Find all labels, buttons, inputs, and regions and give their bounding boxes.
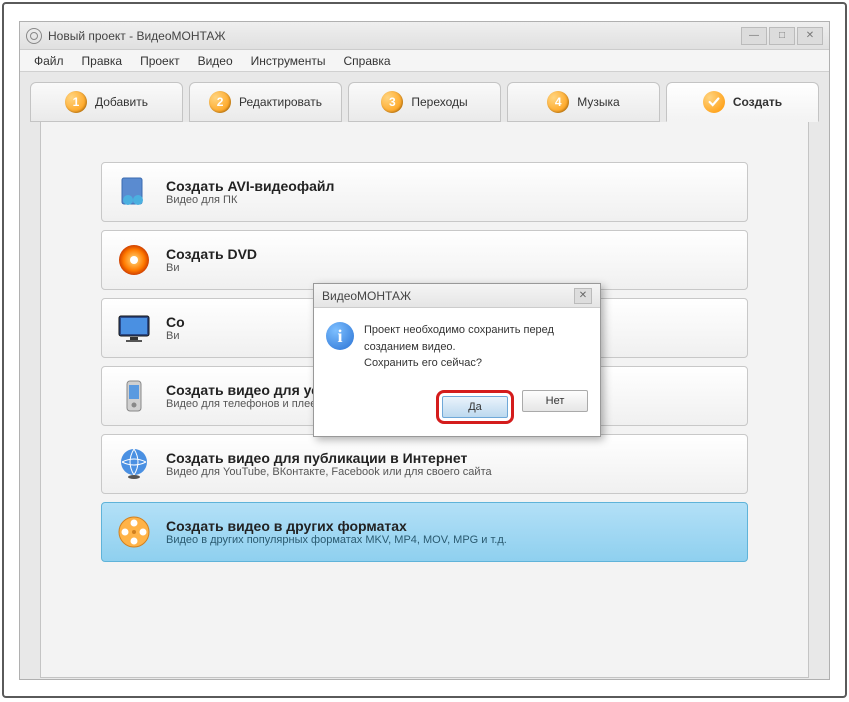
save-dialog: ВидеоМОНТАЖ ✕ i Проект необходимо сохран…	[313, 283, 601, 437]
option-title: Создать AVI-видеофайл	[166, 178, 334, 194]
option-dvd[interactable]: Создать DVDВи	[101, 230, 748, 290]
minimize-button[interactable]: —	[741, 27, 767, 45]
check-icon	[703, 91, 725, 113]
dialog-title-text: ВидеоМОНТАЖ	[322, 289, 411, 303]
info-icon: i	[326, 322, 354, 350]
tab-add[interactable]: 1 Добавить	[30, 82, 183, 122]
menu-help[interactable]: Справка	[335, 52, 398, 70]
reel-icon	[116, 514, 152, 550]
option-subtitle: Видео для ПК	[166, 194, 334, 206]
app-window: Новый проект - ВидеоМОНТАЖ — □ ✕ Файл Пр…	[19, 21, 830, 680]
dialog-line1: Проект необходимо сохранить перед создан…	[364, 322, 588, 355]
title-text: Новый проект - ВидеоМОНТАЖ	[48, 29, 741, 43]
no-button[interactable]: Нет	[522, 390, 588, 412]
tab-label: Создать	[733, 95, 782, 109]
menu-video[interactable]: Видео	[190, 52, 241, 70]
dvd-disc-icon	[116, 242, 152, 278]
wizard-tabs: 1 Добавить 2 Редактировать 3 Переходы 4 Музы…	[30, 82, 819, 122]
option-title: Создать видео для публикации в Интернет	[166, 450, 492, 466]
step-2-icon: 2	[209, 91, 231, 113]
maximize-button[interactable]: □	[769, 27, 795, 45]
tab-create[interactable]: Создать	[666, 82, 819, 122]
menu-edit[interactable]: Правка	[74, 52, 131, 70]
menu-project[interactable]: Проект	[132, 52, 188, 70]
option-other-formats[interactable]: Создать видео в других форматахВидео в д…	[101, 502, 748, 562]
step-1-icon: 1	[65, 91, 87, 113]
option-title: Создать DVD	[166, 246, 257, 262]
option-subtitle: Видео для YouTube, ВКонтакте, Facebook и…	[166, 466, 492, 478]
yes-highlight-icon: Да	[436, 390, 514, 424]
option-title: Создать видео в других форматах	[166, 518, 507, 534]
dialog-titlebar[interactable]: ВидеоМОНТАЖ ✕	[314, 284, 600, 308]
option-subtitle: Видео в других популярных форматах MKV, …	[166, 534, 507, 546]
dialog-close-button[interactable]: ✕	[574, 288, 592, 304]
globe-icon	[116, 446, 152, 482]
tab-label: Редактировать	[239, 95, 322, 109]
tab-label: Музыка	[577, 95, 619, 109]
dialog-message: Проект необходимо сохранить перед создан…	[364, 322, 588, 372]
yes-button[interactable]: Да	[442, 396, 508, 418]
titlebar[interactable]: Новый проект - ВидеоМОНТАЖ — □ ✕	[20, 22, 829, 50]
phone-icon	[116, 378, 152, 414]
tab-label: Добавить	[95, 95, 148, 109]
tab-music[interactable]: 4 Музыка	[507, 82, 660, 122]
menu-file[interactable]: Файл	[26, 52, 72, 70]
option-title: Со	[166, 314, 185, 330]
tab-label: Переходы	[411, 95, 467, 109]
step-3-icon: 3	[381, 91, 403, 113]
option-subtitle: Ви	[166, 262, 257, 274]
app-icon	[26, 28, 42, 44]
menu-tools[interactable]: Инструменты	[243, 52, 334, 70]
step-4-icon: 4	[547, 91, 569, 113]
option-internet[interactable]: Создать видео для публикации в ИнтернетВ…	[101, 434, 748, 494]
option-subtitle: Ви	[166, 330, 185, 342]
tab-transitions[interactable]: 3 Переходы	[348, 82, 501, 122]
dialog-line2: Сохранить его сейчас?	[364, 355, 588, 372]
tab-edit[interactable]: 2 Редактировать	[189, 82, 342, 122]
avi-file-icon	[116, 174, 152, 210]
option-avi[interactable]: Создать AVI-видеофайлВидео для ПК	[101, 162, 748, 222]
monitor-icon	[116, 310, 152, 346]
menubar: Файл Правка Проект Видео Инструменты Спр…	[20, 50, 829, 72]
close-button[interactable]: ✕	[797, 27, 823, 45]
